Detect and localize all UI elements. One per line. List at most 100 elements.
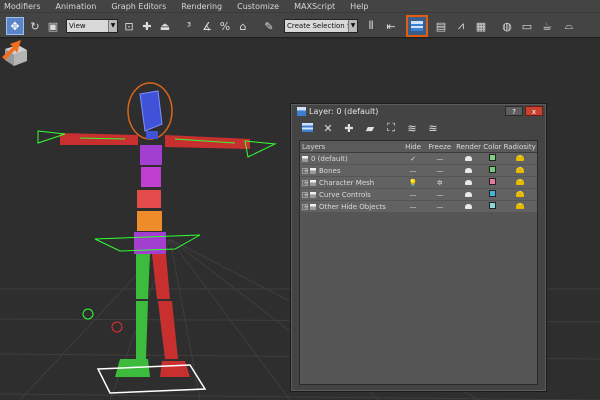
manipulate-icon[interactable]: ✚ <box>138 17 156 35</box>
reference-coordinate-value: View <box>69 22 86 30</box>
layer-dialog-title: Layer: 0 (default) <box>309 107 379 116</box>
table-row[interactable]: + Other Hide Objects — — <box>300 201 537 213</box>
expand-icon[interactable]: + <box>302 179 309 186</box>
render-teapot-icon[interactable] <box>465 203 473 209</box>
percent-snap-icon[interactable]: % <box>216 17 234 35</box>
curve-editor-icon[interactable]: ⩘ <box>452 17 470 35</box>
reference-coordinate-dropdown[interactable]: View ▼ <box>66 19 118 33</box>
layer-explorer-icon[interactable] <box>406 15 428 37</box>
rotate-icon[interactable]: ↻ <box>26 17 44 35</box>
help-button[interactable]: ? <box>505 106 523 116</box>
freeze-snowflake-icon[interactable]: ✲ <box>425 179 455 187</box>
col-hide[interactable]: Hide <box>401 143 425 151</box>
table-row[interactable]: + Bones — — <box>300 165 537 177</box>
freeze-toggle[interactable]: — <box>425 191 455 199</box>
chevron-down-icon: ▼ <box>348 20 357 32</box>
menu-bar: Modifiers Animation Graph Editors Render… <box>0 0 600 12</box>
freeze-toggle[interactable]: — <box>425 167 455 175</box>
col-freeze[interactable]: Freeze <box>425 143 455 151</box>
layer-name: Character Mesh <box>319 178 375 187</box>
schematic-view-icon[interactable]: ▦ <box>472 17 490 35</box>
col-color[interactable]: Color <box>482 143 502 151</box>
menu-customize[interactable]: Customize <box>237 2 279 11</box>
snap-3d-icon[interactable]: ³ <box>180 17 198 35</box>
menu-modifiers[interactable]: Modifiers <box>4 2 41 11</box>
expand-icon[interactable]: + <box>302 191 309 198</box>
angle-snap-icon[interactable]: ∡ <box>198 17 216 35</box>
character-rig[interactable] <box>37 82 277 394</box>
hide-toggle[interactable]: — <box>401 167 425 175</box>
menu-help[interactable]: Help <box>350 2 368 11</box>
pivot-icon[interactable]: ⊡ <box>120 17 138 35</box>
delete-icon[interactable]: ✕ <box>322 122 334 135</box>
layer-icon <box>310 203 316 210</box>
keyboard-shortcut-icon[interactable]: ⏏ <box>156 17 174 35</box>
radiosity-icon[interactable] <box>515 154 524 161</box>
toggle-ribbon-icon[interactable]: ▤ <box>432 17 450 35</box>
layer-color-swatch[interactable] <box>488 202 496 209</box>
hide-toggle[interactable]: — <box>401 191 425 199</box>
mirror-icon[interactable]: ⫴ <box>362 17 380 35</box>
radiosity-icon[interactable] <box>515 190 524 197</box>
layer-icon <box>302 155 308 162</box>
radiosity-icon[interactable] <box>515 166 524 173</box>
menu-maxscript[interactable]: MAXScript <box>294 2 335 11</box>
expand-icon[interactable]: + <box>302 167 309 174</box>
layer-name: Other Hide Objects <box>319 202 386 211</box>
render-frame-icon[interactable]: ☕ <box>538 17 556 35</box>
layer-icon <box>310 179 316 186</box>
freeze-toggle[interactable]: — <box>425 203 455 211</box>
radiosity-icon[interactable] <box>515 202 524 209</box>
layer-name: Curve Controls <box>319 190 371 199</box>
current-layer-check[interactable]: ✓ <box>401 155 425 163</box>
table-row[interactable]: + Curve Controls — — <box>300 189 537 201</box>
layer-toolbar: ✕ ✚ ▰ ⛶ ≋ ≊ <box>291 119 546 137</box>
close-button[interactable]: x <box>525 106 543 116</box>
layer-table-header: Layers Hide Freeze Render Color Radiosit… <box>300 141 537 153</box>
callout-arrow-icon <box>2 40 21 60</box>
expand-icon[interactable]: + <box>302 203 309 210</box>
main-toolbar: ✥ ↻ ▣ View ▼ ⊡ ✚ ⏏ ³ ∡ % ⌂ ✎ Create Sele… <box>0 12 600 38</box>
layer-icon <box>310 191 316 198</box>
render-teapot-icon[interactable] <box>465 191 473 197</box>
hide-lightbulb-icon[interactable]: 💡 <box>401 179 425 187</box>
render-teapot-icon[interactable]: ⌓ <box>560 17 578 35</box>
table-row[interactable]: 0 (default) ✓ — <box>300 153 537 165</box>
radiosity-icon[interactable] <box>515 178 524 185</box>
layer-color-swatch[interactable] <box>488 178 496 185</box>
menu-rendering[interactable]: Rendering <box>181 2 222 11</box>
layer-icon <box>310 167 316 174</box>
highlight-layer-icon[interactable]: ≋ <box>406 122 418 135</box>
layer-icon[interactable] <box>301 122 313 135</box>
align-icon[interactable]: ⇤ <box>382 17 400 35</box>
named-selection-set-dropdown[interactable]: Create Selection Se ▼ <box>284 19 358 33</box>
scale-icon[interactable]: ▣ <box>44 17 62 35</box>
select-objects-icon[interactable]: ⛶ <box>385 121 397 135</box>
menu-graph-editors[interactable]: Graph Editors <box>111 2 166 11</box>
hide-toggle[interactable]: — <box>401 203 425 211</box>
layer-name: Bones <box>319 166 341 175</box>
render-teapot-icon[interactable] <box>465 155 473 161</box>
menu-animation[interactable]: Animation <box>56 2 97 11</box>
current-layer-icon[interactable]: ≊ <box>427 122 439 135</box>
freeze-toggle[interactable]: — <box>425 155 455 163</box>
material-editor-icon[interactable]: ◍ <box>498 17 516 35</box>
spinner-snap-icon[interactable]: ⌂ <box>234 17 252 35</box>
add-selection-icon[interactable]: ▰ <box>364 122 376 135</box>
layer-icon <box>297 107 306 116</box>
layer-color-swatch[interactable] <box>488 166 496 173</box>
table-row[interactable]: + Character Mesh 💡 ✲ <box>300 177 537 189</box>
layer-name: 0 (default) <box>311 154 348 163</box>
layer-dialog: Layer: 0 (default) ? x ✕ ✚ ▰ ⛶ ≋ ≊ Layer… <box>290 103 547 392</box>
edit-named-selection-icon[interactable]: ✎ <box>260 17 278 35</box>
select-move-icon[interactable]: ✥ <box>6 17 24 35</box>
col-layers[interactable]: Layers <box>300 143 401 151</box>
col-radiosity[interactable]: Radiosity <box>502 143 537 151</box>
col-render[interactable]: Render <box>455 143 483 151</box>
add-icon[interactable]: ✚ <box>343 122 355 135</box>
layer-color-swatch[interactable] <box>488 154 496 161</box>
render-setup-icon[interactable]: ▭ <box>518 17 536 35</box>
render-teapot-icon[interactable] <box>465 179 473 185</box>
layer-color-swatch[interactable] <box>488 190 496 197</box>
render-teapot-icon[interactable] <box>465 167 473 173</box>
